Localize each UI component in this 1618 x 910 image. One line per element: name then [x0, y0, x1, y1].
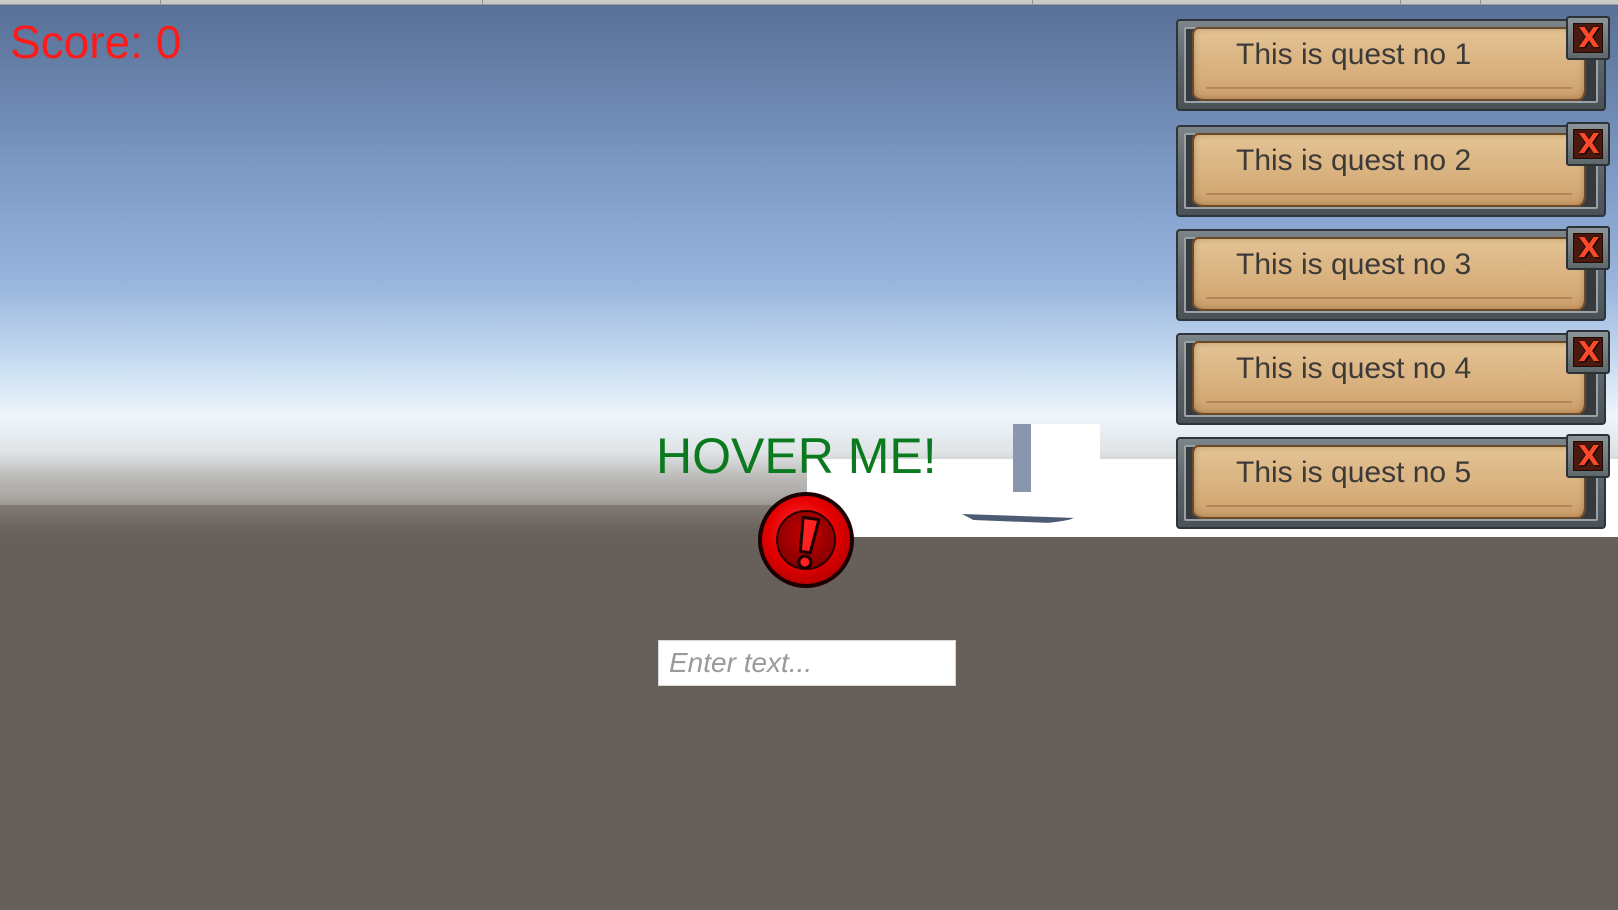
quest-parchment: This is quest no 4: [1192, 341, 1586, 415]
close-glyph: X: [1578, 21, 1600, 54]
close-icon: X: [1573, 23, 1603, 53]
quest-parchment: This is quest no 2: [1192, 133, 1586, 207]
game-viewport: Score: 0 HOVER ME! This is quest no 1 X: [0, 0, 1618, 910]
strip-divider: [1032, 0, 1033, 4]
window-top-strip: [0, 0, 1618, 5]
strip-divider: [1480, 0, 1481, 4]
close-glyph: X: [1578, 127, 1600, 160]
quest-close-button[interactable]: X: [1566, 434, 1610, 478]
score-label: Score: 0: [10, 16, 182, 68]
exclamation-icon: [797, 515, 821, 570]
scene-cube-side: [1013, 424, 1031, 492]
quest-close-button[interactable]: X: [1566, 226, 1610, 270]
alert-button-ring: [762, 496, 850, 584]
close-glyph: X: [1578, 439, 1600, 472]
quest-label: This is quest no 2: [1236, 144, 1472, 177]
quest-close-button[interactable]: X: [1566, 122, 1610, 166]
quest-panel-3: This is quest no 3 X: [1176, 226, 1612, 322]
quest-label: This is quest no 5: [1236, 456, 1472, 489]
strip-divider: [1400, 0, 1401, 4]
quest-label: This is quest no 3: [1236, 248, 1472, 281]
quest-parchment: This is quest no 1: [1192, 27, 1586, 101]
quest-label: This is quest no 4: [1236, 352, 1472, 385]
alert-button[interactable]: [758, 492, 854, 588]
quest-panel-5: This is quest no 5 X: [1176, 434, 1612, 530]
close-icon: X: [1573, 337, 1603, 367]
strip-divider: [482, 0, 483, 4]
quest-parchment: This is quest no 3: [1192, 237, 1586, 311]
hover-me-label[interactable]: HOVER ME!: [656, 428, 937, 484]
quest-panel-4: This is quest no 4 X: [1176, 330, 1612, 426]
strip-divider: [160, 0, 161, 4]
close-glyph: X: [1578, 231, 1600, 264]
quest-close-button[interactable]: X: [1566, 16, 1610, 60]
quest-panel-2: This is quest no 2 X: [1176, 122, 1612, 218]
close-icon: X: [1573, 233, 1603, 263]
close-glyph: X: [1578, 335, 1600, 368]
quest-label: This is quest no 1: [1236, 38, 1472, 71]
text-input[interactable]: [658, 640, 956, 686]
quest-list: This is quest no 1 X This is quest no 2 …: [1176, 16, 1612, 536]
quest-panel-1: This is quest no 1 X: [1176, 16, 1612, 112]
close-icon: X: [1573, 129, 1603, 159]
quest-parchment: This is quest no 5: [1192, 445, 1586, 519]
close-icon: X: [1573, 441, 1603, 471]
quest-close-button[interactable]: X: [1566, 330, 1610, 374]
